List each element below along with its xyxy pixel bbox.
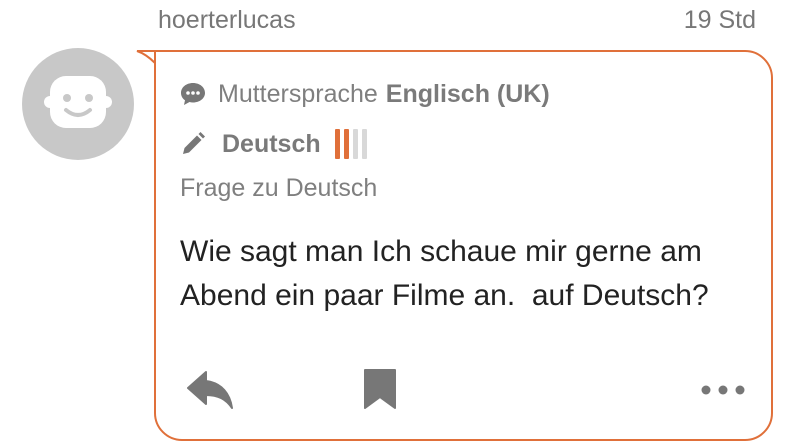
speech-bubble-icon [180, 81, 206, 107]
question-text[interactable]: Wie sagt man Ich schaue mir gerne am Abe… [180, 230, 760, 318]
bookmark-button[interactable] [358, 366, 402, 412]
level-bar [343, 129, 349, 159]
smiley-avatar-icon [44, 76, 112, 128]
question-type: Frage zu Deutsch [180, 174, 378, 202]
native-label: Muttersprache [218, 79, 378, 108]
post-username[interactable]: hoerterlucas [158, 6, 296, 35]
proficiency-level [334, 129, 367, 159]
user-avatar[interactable] [22, 48, 134, 160]
level-bar [334, 129, 340, 159]
level-bar [352, 129, 358, 159]
learning-language: Deutsch [222, 129, 321, 158]
more-options-button[interactable] [698, 378, 748, 402]
native-language-row: Muttersprache Englisch (UK) [180, 76, 550, 112]
learning-language-row: Deutsch [180, 126, 367, 162]
reply-icon [187, 371, 233, 409]
post-screen: hoerterlucas 19 Std Muttersprache Englis… [0, 0, 800, 447]
more-dots-icon [701, 385, 745, 395]
bookmark-icon [364, 369, 396, 409]
card-tail [136, 50, 156, 64]
level-bar [361, 129, 367, 159]
reply-button[interactable] [184, 368, 236, 412]
native-language: Englisch (UK) [385, 79, 550, 108]
post-time: 19 Std [683, 6, 756, 34]
pencil-icon [180, 131, 206, 157]
